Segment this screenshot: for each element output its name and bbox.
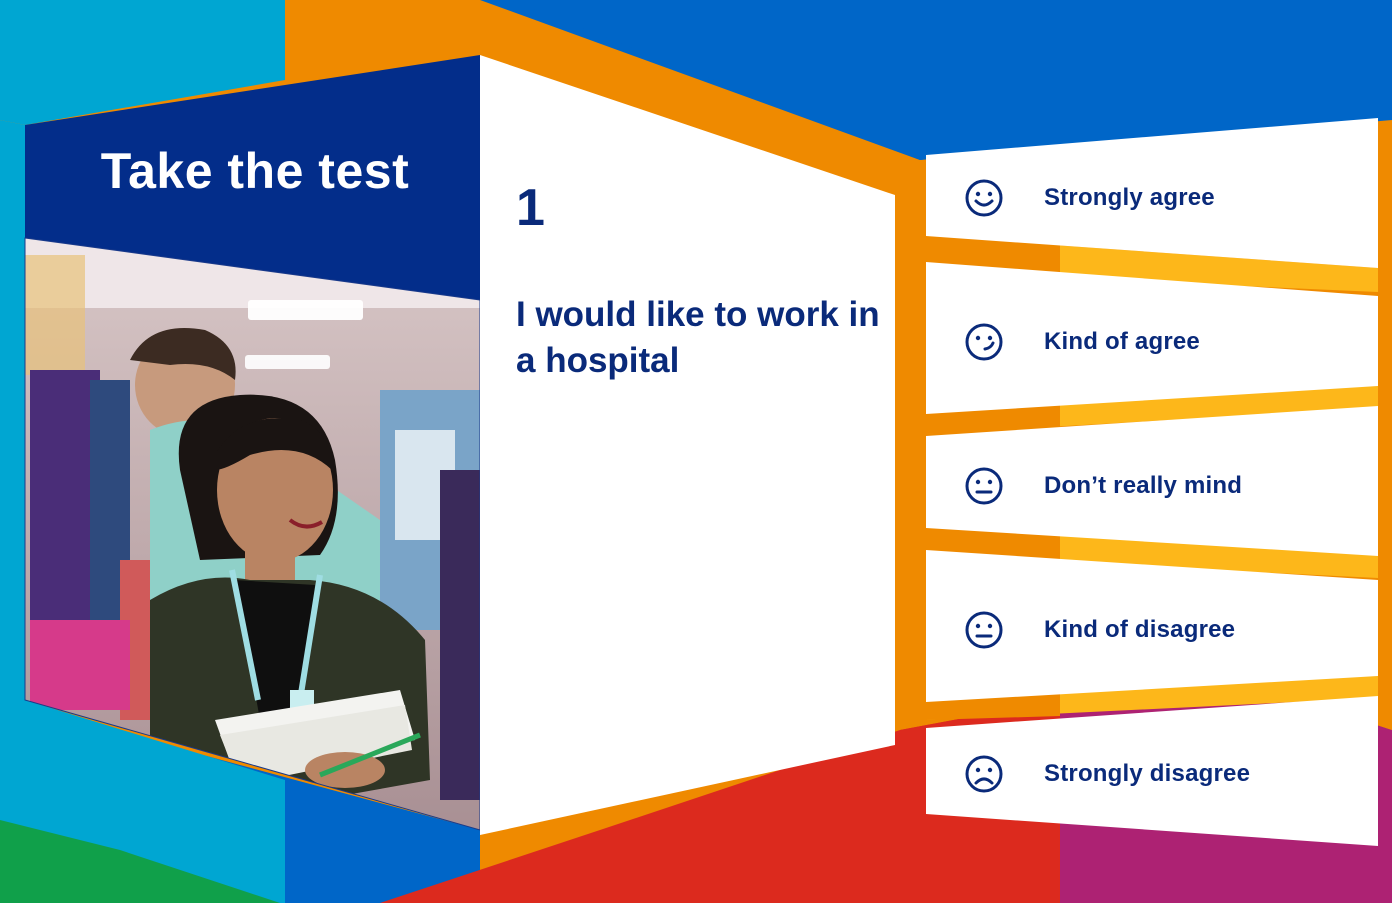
neutral-face-icon [965,467,1003,505]
answer-label: Strongly agree [1044,184,1215,211]
neutral-face-icon [965,611,1003,649]
answer-label: Kind of disagree [1044,616,1236,643]
answer-label: Kind of agree [1044,328,1200,355]
answer-strongly-disagree[interactable]: Strongly disagree [926,724,1378,824]
wink-icon [965,323,1003,361]
answer-label: Don’t really mind [1044,472,1243,499]
question-text: I would like to work in a hospital [516,295,880,380]
slide-title: Take the test [100,143,410,199]
answer-strongly-agree[interactable]: Strongly agree [926,148,1378,248]
slide: Take the test 1 I would like to work in … [0,0,1392,903]
frown-icon [965,755,1003,793]
question-number: 1 [516,179,545,237]
answer-kind-of-agree[interactable]: Kind of agree [926,292,1378,392]
smile-icon [965,179,1003,217]
answer-kind-of-disagree[interactable]: Kind of disagree [926,580,1378,680]
answer-dont-really-mind[interactable]: Don’t really mind [926,436,1378,536]
answer-label: Strongly disagree [1044,760,1251,787]
